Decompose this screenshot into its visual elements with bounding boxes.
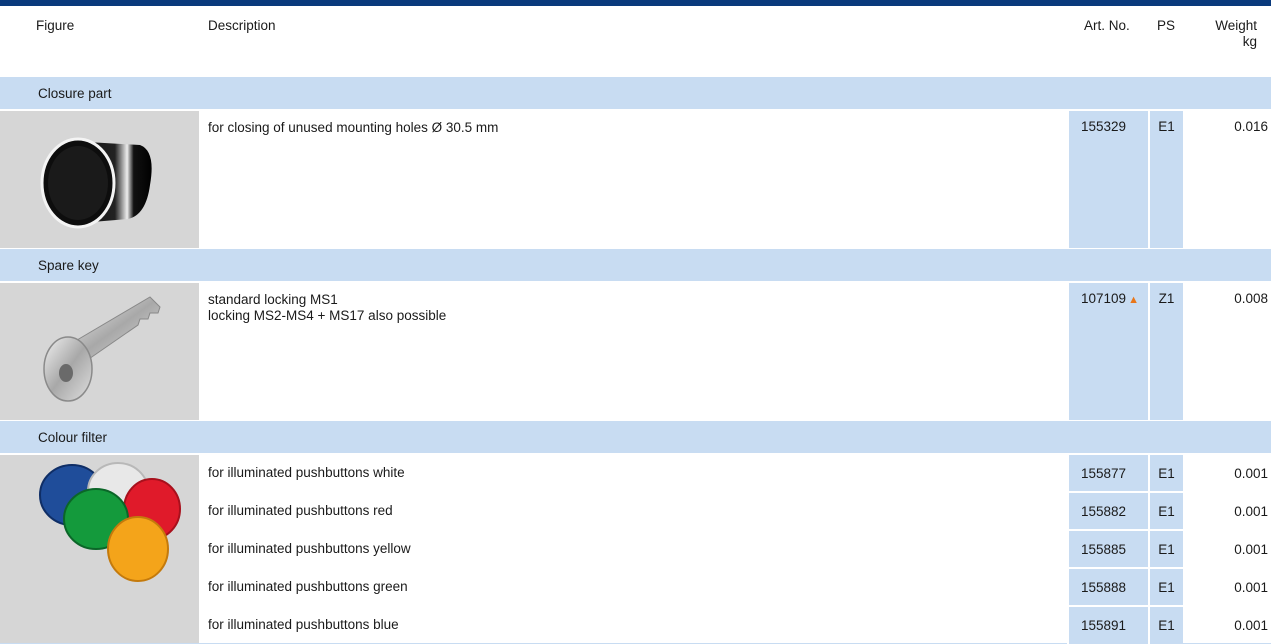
closure-cap-image <box>40 137 152 229</box>
row-weight: 0.008 <box>1183 281 1271 421</box>
row-weight: 0.001 <box>1183 491 1271 531</box>
header-description: Description <box>208 18 276 33</box>
header-weight-unit: kg <box>1242 34 1257 49</box>
colour-filter-image <box>39 462 181 582</box>
art-no-value: 107109 <box>1081 291 1127 306</box>
row-weight: 0.001 <box>1183 529 1271 569</box>
row-description: for illuminated pushbuttons yellow <box>199 529 1068 569</box>
row-description: for closing of unused mounting holes Ø 3… <box>199 109 1068 249</box>
row-ps: Z1 <box>1148 281 1183 421</box>
row-art-no: 155888 <box>1067 567 1149 607</box>
header-ps: PS <box>1156 18 1175 33</box>
section-title: Spare key <box>0 248 1271 282</box>
row-weight: 0.001 <box>1183 453 1271 493</box>
table-header: Figure Description Art. No. PS Weight kg <box>0 6 1271 77</box>
row-weight: 0.001 <box>1183 605 1271 644</box>
row-weight: 0.016 <box>1183 109 1271 249</box>
product-table: Figure Description Art. No. PS Weight kg … <box>0 6 1271 644</box>
table-row: for illuminated pushbuttons white 155877… <box>0 453 1271 644</box>
row-art-no: 155891 <box>1067 605 1149 644</box>
figure-cell <box>0 109 199 249</box>
row-ps: E1 <box>1148 567 1183 607</box>
section-header: Colour filter <box>0 420 1271 454</box>
row-art-no: 155877 <box>1067 453 1149 493</box>
figure-cell <box>0 281 199 421</box>
orange-triangle-icon: ▲ <box>1128 294 1139 306</box>
row-art-no: 155885 <box>1067 529 1149 569</box>
section-title: Colour filter <box>0 420 1271 454</box>
header-art-no: Art. No. <box>1084 18 1130 33</box>
row-description: for illuminated pushbuttons green <box>199 567 1068 607</box>
row-ps: E1 <box>1148 529 1183 569</box>
row-art-no: 155329 <box>1067 109 1149 249</box>
row-description: for illuminated pushbuttons blue <box>199 605 1068 644</box>
table-row: standard locking MS1 locking MS2-MS4 + MS… <box>0 281 1271 421</box>
row-ps: E1 <box>1148 491 1183 531</box>
figure-cell <box>0 453 199 644</box>
description-line: standard locking MS1 <box>208 292 338 307</box>
header-weight-label: Weight <box>1215 18 1257 33</box>
row-art-no: 155882 <box>1067 491 1149 531</box>
section-header: Spare key <box>0 248 1271 282</box>
row-ps: E1 <box>1148 453 1183 493</box>
row-art-no: 107109 ▲ <box>1067 281 1149 421</box>
row-ps: E1 <box>1148 109 1183 249</box>
table-row: for closing of unused mounting holes Ø 3… <box>0 109 1271 249</box>
row-weight: 0.001 <box>1183 567 1271 607</box>
row-description: for illuminated pushbuttons white <box>199 453 1068 493</box>
row-ps: E1 <box>1148 605 1183 644</box>
section-header: Closure part <box>0 76 1271 110</box>
key-image <box>43 296 161 402</box>
header-figure: Figure <box>36 18 75 33</box>
row-description: for illuminated pushbuttons red <box>199 491 1068 531</box>
header-weight: Weight kg <box>1183 6 1271 77</box>
description-line: locking MS2-MS4 + MS17 also possible <box>208 308 447 323</box>
row-description: standard locking MS1 locking MS2-MS4 + MS… <box>199 281 1068 421</box>
section-title: Closure part <box>0 76 1271 110</box>
